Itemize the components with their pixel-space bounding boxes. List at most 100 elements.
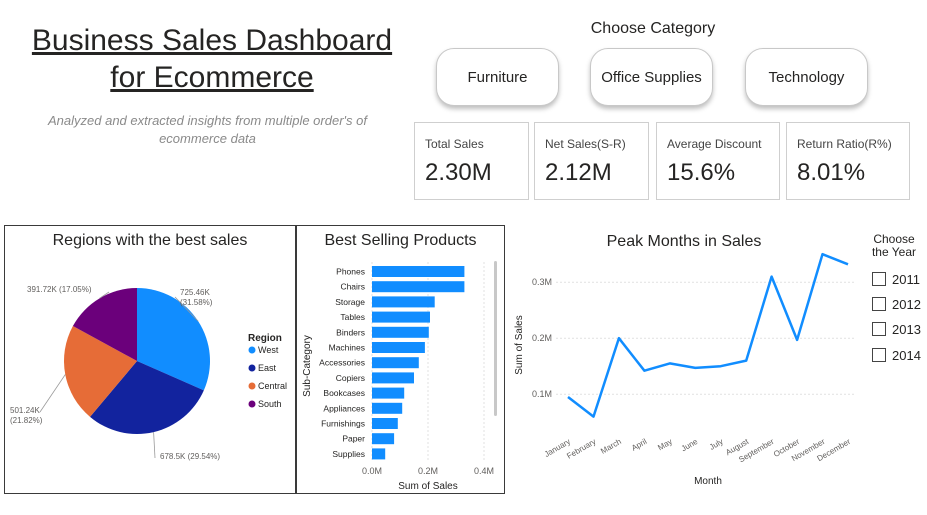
legend-marker	[248, 382, 256, 390]
year-filter-heading: Choose the Year	[866, 233, 922, 259]
x-tick-label: April	[630, 437, 649, 453]
dashboard-subtitle: Analyzed and extracted insights from mul…	[48, 113, 367, 146]
checkbox[interactable]	[872, 297, 886, 311]
kpi-label: Return Ratio(R%)	[797, 137, 892, 151]
y-tick-label: 0.1M	[532, 389, 552, 399]
category-heading: Choose Category	[590, 20, 716, 37]
sales-line	[567, 252, 849, 418]
legend-marker	[248, 364, 256, 372]
y-axis-label: Sub-Category	[302, 335, 313, 397]
kpi-value: 8.01%	[797, 159, 866, 186]
data-label: (21.82%)	[10, 416, 43, 425]
bar-appliances[interactable]	[372, 402, 403, 414]
bar-furnishings[interactable]	[372, 418, 398, 429]
line-chart: 0.1M0.2M0.3M JanuaryFebruary March April Ma…	[514, 252, 856, 487]
bar-chart: Phones Chairs Storage Tables Binders Machines…	[302, 261, 497, 492]
category-label: Machines	[329, 343, 365, 353]
category-label: Storage	[335, 297, 365, 307]
title-line-1: Business Sales Dashboard	[31, 24, 393, 57]
data-label: (31.58%)	[180, 298, 213, 307]
data-label: 391.72K (17.05%)	[27, 285, 92, 294]
regions-chart-panel: Regions with the best sales 725.46K (31.5…	[4, 225, 296, 494]
products-chart-panel: Best Selling Products Phones Chairs Storag…	[296, 225, 505, 494]
x-axis-label: Sum of Sales	[398, 481, 457, 492]
legend-item[interactable]: Central	[258, 381, 287, 391]
year-option-2013[interactable]: 2013	[872, 320, 921, 338]
x-tick-label: March	[599, 437, 623, 456]
x-axis-label: Month	[694, 476, 722, 487]
bar-chairs[interactable]	[372, 281, 465, 293]
category-label: Chairs	[340, 282, 365, 292]
year-label: 2013	[892, 321, 921, 337]
bar-binders[interactable]	[372, 326, 429, 338]
kpi-card-total-sales: Total Sales 2.30M	[414, 122, 529, 200]
bar-machines[interactable]	[372, 342, 425, 353]
year-label: 2014	[892, 347, 921, 363]
kpi-card-return-ratio: Return Ratio(R%) 8.01%	[786, 122, 910, 200]
legend-marker	[248, 400, 256, 408]
y-tick-label: 0.3M	[532, 277, 552, 287]
dashboard-title: Business Sales Dashboard for Ecommerce	[22, 22, 402, 96]
kpi-card-average-discount: Average Discount 15.6%	[656, 122, 780, 200]
furniture-button[interactable]: Furniture	[436, 48, 559, 106]
category-label: Bookcases	[323, 388, 365, 398]
legend-item[interactable]: South	[258, 399, 282, 409]
category-label: Supplies	[332, 449, 365, 459]
year-label: 2011	[892, 271, 920, 287]
kpi-label: Average Discount	[667, 137, 762, 151]
x-tick-label: May	[656, 437, 674, 452]
bar-tables[interactable]	[372, 311, 430, 323]
title-line-2: for Ecommerce	[110, 61, 314, 94]
y-axis-label: Sum of Sales	[514, 315, 525, 374]
data-label: 725.46K	[180, 288, 210, 297]
category-label: Paper	[342, 434, 365, 444]
x-tick-label: July	[708, 437, 725, 452]
y-tick-label: 0.2M	[532, 333, 552, 343]
months-chart-panel: Peak Months in Sales 0.1M 0.2M 0.3M Januar…	[506, 225, 862, 492]
category-label: Tables	[340, 312, 365, 322]
year-option-2012[interactable]: 2012	[872, 295, 921, 313]
category-label: Binders	[336, 327, 365, 337]
category-label: Accessories	[319, 358, 365, 368]
year-heading-line-2: the Year	[871, 245, 917, 259]
pie-chart: 725.46K(31.58%) 678.5K (29.54%) 501.24K(21…	[10, 285, 287, 461]
category-label: Furnishings	[321, 419, 365, 429]
category-label: Phones	[336, 267, 365, 277]
x-tick-label: 0.0M	[362, 466, 382, 476]
legend-marker	[248, 346, 256, 354]
kpi-value: 2.30M	[425, 159, 492, 186]
year-label: 2012	[892, 296, 921, 312]
kpi-value: 15.6%	[667, 159, 736, 186]
bar-accessories[interactable]	[372, 357, 419, 369]
year-option-2014[interactable]: 2014	[872, 346, 921, 364]
bar-paper[interactable]	[372, 433, 395, 445]
x-tick-label: June	[680, 437, 700, 454]
data-label: 678.5K (29.54%)	[160, 452, 220, 461]
checkbox[interactable]	[872, 322, 886, 336]
scrollbar[interactable]	[494, 261, 497, 416]
x-tick-label: February	[565, 437, 597, 461]
checkbox[interactable]	[872, 272, 886, 286]
technology-button[interactable]: Technology	[745, 48, 868, 106]
kpi-label: Net Sales(S-R)	[545, 137, 626, 151]
legend-item[interactable]: West	[258, 345, 279, 355]
legend-item[interactable]: East	[258, 363, 277, 373]
kpi-value: 2.12M	[545, 159, 612, 186]
data-label: 501.24K	[10, 406, 40, 415]
bar-bookcases[interactable]	[372, 387, 405, 399]
kpi-card-net-sales: Net Sales(S-R) 2.12M	[534, 122, 649, 200]
category-label: Appliances	[323, 403, 365, 413]
bar-storage[interactable]	[372, 296, 435, 308]
x-tick-label: 0.2M	[418, 466, 438, 476]
office-supplies-button[interactable]: Office Supplies	[590, 48, 713, 106]
leader-line	[153, 432, 156, 459]
year-option-2011[interactable]: 2011	[872, 270, 920, 288]
legend-title: Region	[248, 333, 282, 344]
leader-line	[39, 374, 66, 413]
x-tick-label: 0.4M	[474, 466, 494, 476]
bar-supplies[interactable]	[372, 448, 386, 460]
category-label: Copiers	[336, 373, 365, 383]
bar-copiers[interactable]	[372, 372, 414, 384]
checkbox[interactable]	[872, 348, 886, 362]
bar-phones[interactable]	[372, 266, 465, 277]
